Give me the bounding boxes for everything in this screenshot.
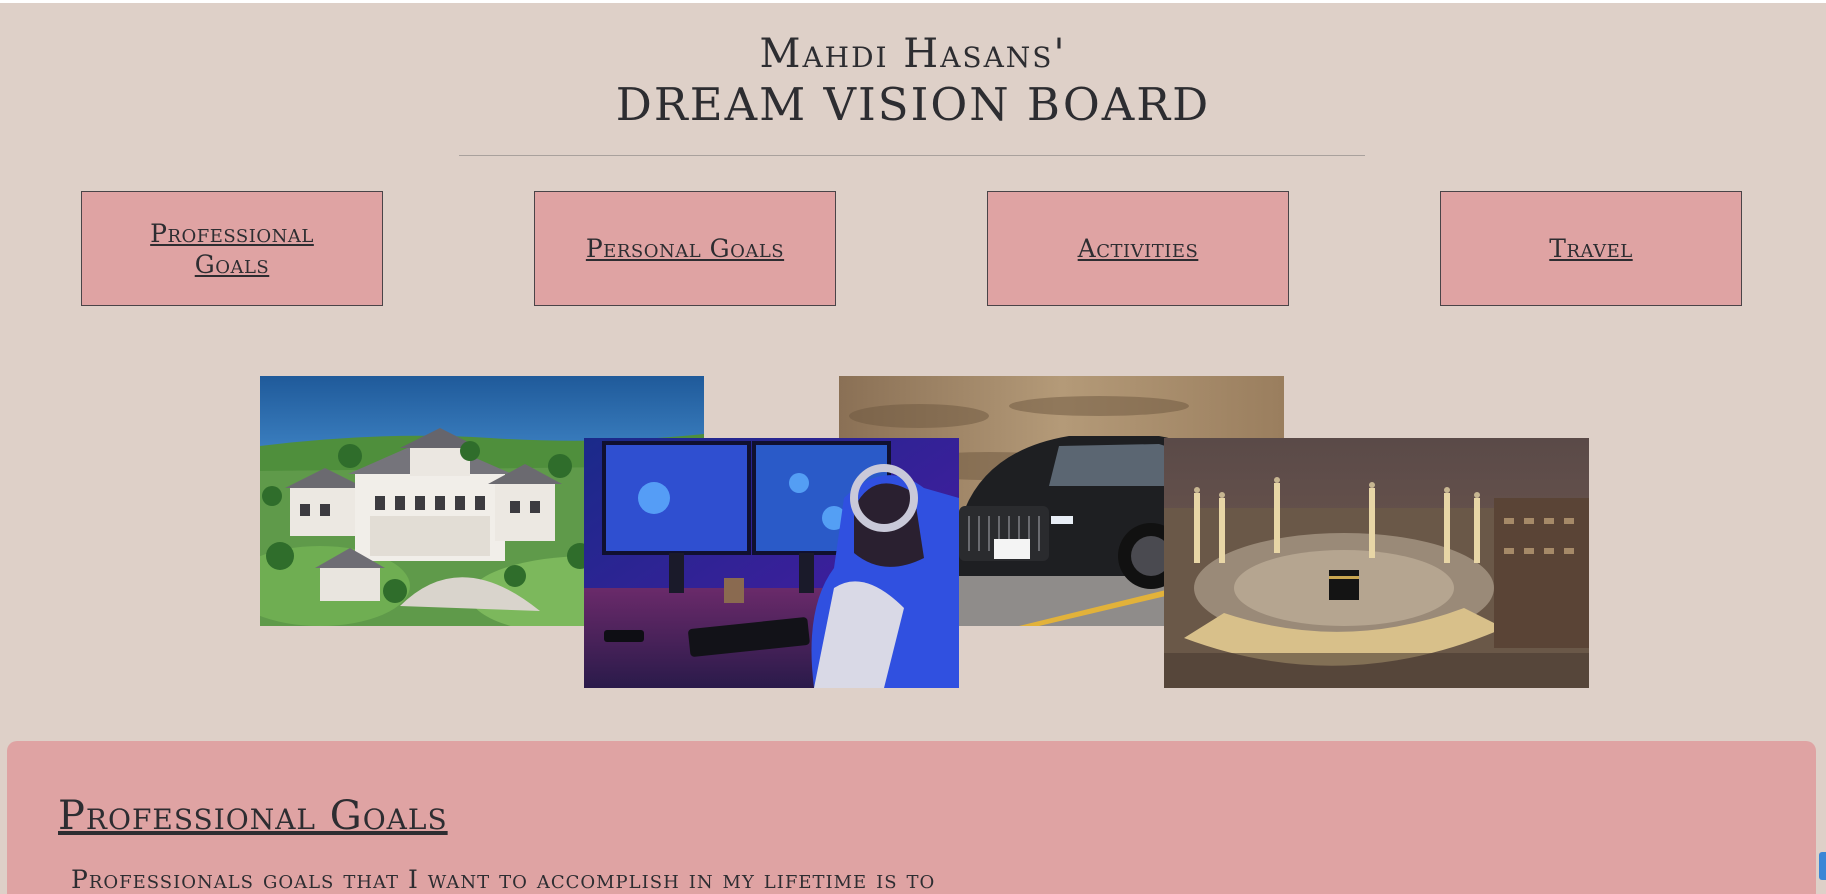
nav-button-personal-goals[interactable]: Personal Goals	[534, 191, 836, 306]
top-strip	[0, 0, 1826, 3]
nav-button-label: Professional Goals	[150, 218, 314, 279]
section-paragraph: Professionals goals that I want to accom…	[71, 865, 936, 894]
nav-button-activities[interactable]: Activities	[987, 191, 1289, 306]
title-divider	[459, 155, 1365, 156]
section-heading: Professional Goals	[58, 793, 448, 839]
nav-button-label: Personal Goals	[585, 234, 785, 263]
page-title: DREAM VISION BOARD	[615, 78, 1211, 131]
nav-button-label: Activities	[1077, 234, 1199, 263]
nav-button-professional-goals[interactable]: Professional Goals	[81, 191, 383, 306]
gaming-photo	[584, 438, 959, 688]
page-title-name: Mahdi Hasans'	[759, 31, 1067, 77]
mecca-photo	[1164, 438, 1589, 688]
vision-board-page: Mahdi Hasans' DREAM VISION BOARD Profess…	[0, 0, 1826, 894]
professional-goals-section: Professional Goals Professionals goals t…	[7, 741, 1816, 894]
nav-button-label: Travel	[1549, 234, 1633, 263]
nav-button-travel[interactable]: Travel	[1440, 191, 1742, 306]
side-edge-tab[interactable]	[1819, 852, 1826, 880]
